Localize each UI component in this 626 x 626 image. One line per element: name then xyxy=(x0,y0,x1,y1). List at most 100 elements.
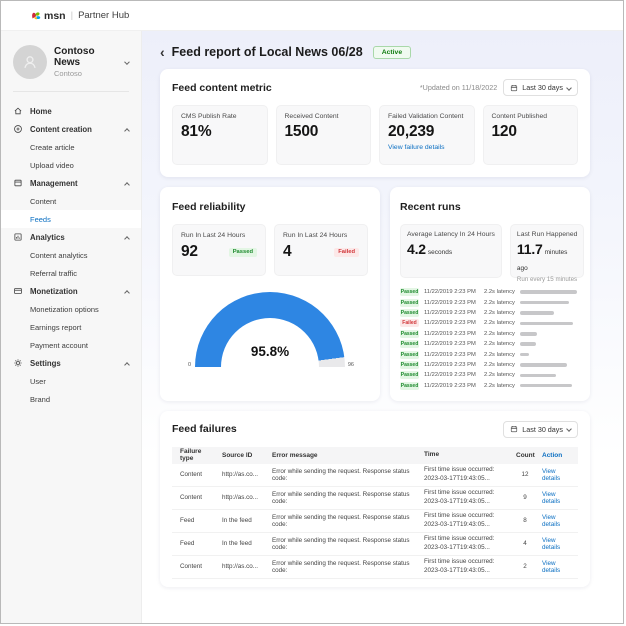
column-header: Failure type xyxy=(172,448,218,462)
time-line: 2023-03-17T19:43:05... xyxy=(424,475,508,484)
run-time: 11/22/2019 2:23 PM xyxy=(424,289,479,295)
sidebar-item-label: Brand xyxy=(30,395,50,404)
view-details-link[interactable]: View details xyxy=(538,468,578,482)
failures-date-range-dropdown[interactable]: Last 30 days xyxy=(503,421,578,438)
count-cell: 8 xyxy=(512,517,538,524)
middle-row: Feed reliability Run In Last 24 Hours 92… xyxy=(160,187,590,401)
count-cell: 9 xyxy=(512,494,538,501)
time-cell: First time issue occurred:2023-03-17T19:… xyxy=(420,558,512,575)
source-id-cell: In the feed xyxy=(218,540,268,547)
time-line: First time issue occurred: xyxy=(424,512,508,521)
sidebar-item-home[interactable]: Home xyxy=(1,102,141,120)
sidebar-item-label: Content creation xyxy=(30,125,92,134)
sidebar-item-earnings-report[interactable]: Earnings report xyxy=(1,318,141,336)
view-details-link[interactable]: View details xyxy=(538,560,578,574)
sidebar-item-content-creation[interactable]: Content creation xyxy=(1,120,141,138)
run-row: Passed11/22/2019 2:23 PM2.2s latency xyxy=(400,349,580,359)
view-details-link[interactable]: View details xyxy=(538,537,578,551)
view-details-link[interactable]: View details xyxy=(538,514,578,528)
run-duration-bar xyxy=(520,353,580,357)
date-range-dropdown[interactable]: Last 30 days xyxy=(503,79,578,96)
sidebar-item-label: Upload video xyxy=(30,161,74,170)
feed-content-metric-card: Feed content metric *Updated on 11/18/20… xyxy=(160,69,590,177)
card-title: Feed content metric xyxy=(172,82,272,94)
failure-type-cell: Feed xyxy=(172,540,218,547)
sidebar: Contoso News Contoso Home Content creati… xyxy=(1,31,142,624)
back-icon[interactable]: ‹ xyxy=(160,47,165,57)
failure-type-cell: Content xyxy=(172,494,218,501)
tile-value-row: 11.7minutes ago xyxy=(517,241,577,273)
time-line: 2023-03-17T19:43:05... xyxy=(424,521,508,530)
failure-type-cell: Feed xyxy=(172,517,218,524)
run-time: 11/22/2019 2:23 PM xyxy=(424,362,479,368)
sidebar-item-referral-traffic[interactable]: Referral traffic xyxy=(1,264,141,282)
avatar xyxy=(13,45,47,79)
tile-label: Last Run Happened xyxy=(517,231,577,238)
management-icon xyxy=(13,178,23,188)
run-time: 11/22/2019 2:23 PM xyxy=(424,352,479,358)
time-cell: First time issue occurred:2023-03-17T19:… xyxy=(420,535,512,552)
time-line: First time issue occurred: xyxy=(424,535,508,544)
sidebar-item-payment-account[interactable]: Payment account xyxy=(1,336,141,354)
view-failure-details-link[interactable]: View failure details xyxy=(388,144,466,151)
run-frequency-note: Run every 15 minutes xyxy=(517,276,577,283)
calendar-icon xyxy=(510,84,518,92)
source-id-cell: http://as.co... xyxy=(218,563,268,570)
person-icon xyxy=(21,53,39,71)
sidebar-item-label: Content analytics xyxy=(30,251,88,260)
run-duration-bar xyxy=(520,363,580,367)
sidebar-item-user[interactable]: User xyxy=(1,372,141,390)
sidebar-item-analytics[interactable]: Analytics xyxy=(1,228,141,246)
metric-tile-failed-validation: Failed Validation Content 20,239 View fa… xyxy=(379,105,475,165)
count-cell: 2 xyxy=(512,563,538,570)
time-line: 2023-03-17T19:43:05... xyxy=(424,544,508,553)
time-line: First time issue occurred: xyxy=(424,558,508,567)
sidebar-item-settings[interactable]: Settings xyxy=(1,354,141,372)
time-line: First time issue occurred: xyxy=(424,466,508,475)
topbar: msn | Partner Hub xyxy=(1,1,623,31)
table-row: Content http://as.co... Error while send… xyxy=(172,556,578,579)
tile-value-row: 4 Failed xyxy=(283,243,359,261)
run-duration-bar xyxy=(520,301,580,305)
sidebar-item-label: Referral traffic xyxy=(30,269,77,278)
sidebar-item-upload-video[interactable]: Upload video xyxy=(1,156,141,174)
account-switcher[interactable]: Contoso News Contoso xyxy=(1,31,141,91)
metric-label: Failed Validation Content xyxy=(388,113,466,120)
run-duration-bar xyxy=(520,322,580,326)
sidebar-item-monetization-options[interactable]: Monetization options xyxy=(1,300,141,318)
recent-runs-card: Recent runs Average Latency In 24 Hours … xyxy=(390,187,590,401)
sidebar-item-label: Home xyxy=(30,107,52,116)
run-row: Passed11/22/2019 2:23 PM2.2s latency xyxy=(400,308,580,318)
metric-label: CMS Publish Rate xyxy=(181,113,259,120)
tile-value: 92 xyxy=(181,243,198,261)
tile-value: 4 xyxy=(283,243,291,261)
error-message-cell: Error while sending the request. Respons… xyxy=(268,537,420,551)
updated-on-text: *Updated on 11/18/2022 xyxy=(420,83,497,92)
gauge-max-label: 96 xyxy=(348,362,354,368)
run-row: Passed11/22/2019 2:23 PM2.2s latency xyxy=(400,297,580,307)
run-latency: 2.2s latency xyxy=(484,310,515,316)
msn-logo[interactable]: msn xyxy=(31,10,66,22)
sidebar-item-monetization[interactable]: Monetization xyxy=(1,282,141,300)
run-row: Passed11/22/2019 2:23 PM2.2s latency xyxy=(400,339,580,349)
run-latency: 2.2s latency xyxy=(484,352,515,358)
msn-butterfly-icon xyxy=(31,11,41,21)
metric-value: 20,239 xyxy=(388,123,466,141)
sidebar-item-management[interactable]: Management xyxy=(1,174,141,192)
sidebar-item-content[interactable]: Content xyxy=(1,192,141,210)
metric-value: 1500 xyxy=(285,123,363,141)
sidebar-item-brand[interactable]: Brand xyxy=(1,390,141,408)
sidebar-item-content-analytics[interactable]: Content analytics xyxy=(1,246,141,264)
column-header: Time xyxy=(420,451,512,460)
run-latency: 2.2s latency xyxy=(484,300,515,306)
time-line: 2023-03-17T19:43:05... xyxy=(424,498,508,507)
run-time: 11/22/2019 2:23 PM xyxy=(424,383,479,389)
run-duration-bar xyxy=(520,342,580,346)
view-details-link[interactable]: View details xyxy=(538,491,578,505)
sidebar-item-create-article[interactable]: Create article xyxy=(1,138,141,156)
run-status-badge: Passed xyxy=(400,371,419,379)
recent-runs-tiles: Average Latency In 24 Hours 4.2seconds L… xyxy=(400,224,580,278)
run-status-badge: Failed xyxy=(400,319,419,327)
sidebar-item-feeds[interactable]: Feeds xyxy=(1,210,141,228)
time-cell: First time issue occurred:2023-03-17T19:… xyxy=(420,512,512,529)
